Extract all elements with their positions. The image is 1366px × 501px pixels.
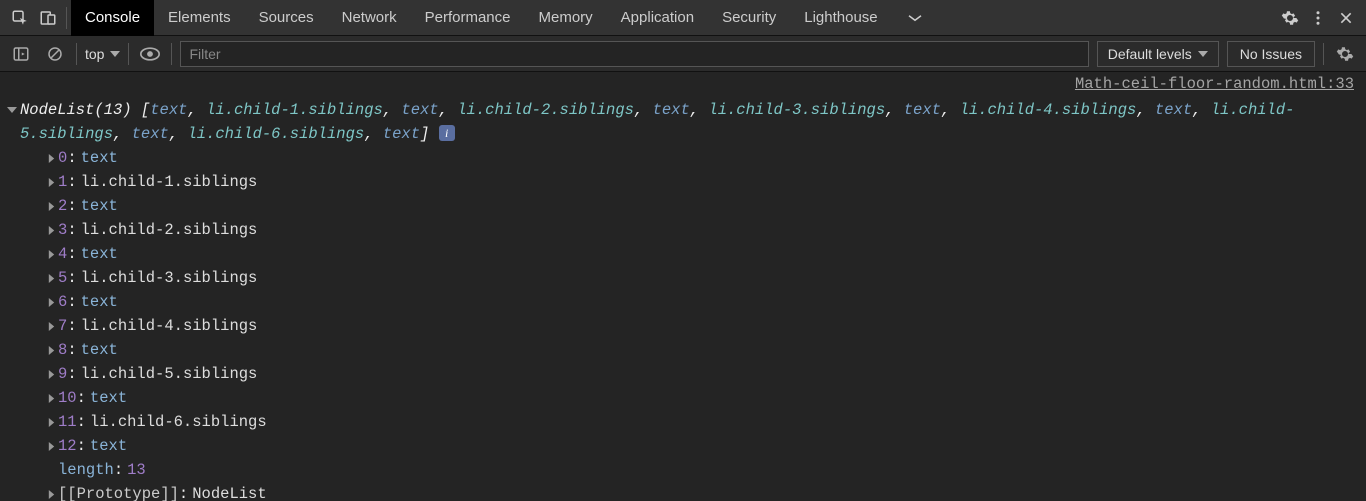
tab-performance[interactable]: Performance (411, 0, 525, 36)
nodelist-item[interactable]: 9: li.child-5.siblings (44, 362, 1366, 386)
chevron-down-icon (110, 49, 120, 59)
context-label: top (85, 46, 104, 62)
disclosure-triangle-icon[interactable] (44, 170, 58, 194)
disclosure-triangle-icon[interactable] (44, 146, 58, 170)
nodelist-item[interactable]: 2: text (44, 194, 1366, 218)
console-toolbar: top Default levels No Issues (0, 36, 1366, 72)
disclosure-triangle-icon[interactable] (4, 98, 20, 122)
issues-button[interactable]: No Issues (1227, 41, 1315, 67)
sidebar-toggle-icon[interactable] (8, 41, 34, 67)
disclosure-triangle-icon[interactable] (44, 434, 58, 458)
chevron-down-icon (1198, 49, 1208, 59)
issues-label: No Issues (1240, 46, 1302, 62)
console-output: Math-ceil-floor-random.html:33 NodeList(… (0, 72, 1366, 501)
nodelist-item[interactable]: 5: li.child-3.siblings (44, 266, 1366, 290)
separator (171, 43, 172, 65)
disclosure-triangle-icon[interactable] (44, 362, 58, 386)
nodelist-item[interactable]: 0: text (44, 146, 1366, 170)
tab-memory[interactable]: Memory (525, 0, 607, 36)
separator (76, 43, 77, 65)
nodelist-item[interactable]: 12: text (44, 434, 1366, 458)
tab-lighthouse[interactable]: Lighthouse (790, 0, 891, 36)
disclosure-triangle-icon[interactable] (44, 290, 58, 314)
close-devtools-icon[interactable] (1332, 4, 1360, 32)
live-expression-icon[interactable] (137, 41, 163, 67)
nodelist-item[interactable]: 1: li.child-1.siblings (44, 170, 1366, 194)
nodelist-items: 0: text1: li.child-1.siblings2: text3: l… (0, 146, 1366, 501)
nodelist-item[interactable]: 7: li.child-4.siblings (44, 314, 1366, 338)
tab-network[interactable]: Network (328, 0, 411, 36)
nodelist-prototype[interactable]: [[Prototype]]: NodeList (44, 482, 1366, 501)
nodelist-item[interactable]: 4: text (44, 242, 1366, 266)
disclosure-triangle-icon[interactable] (44, 266, 58, 290)
disclosure-triangle-icon[interactable] (44, 218, 58, 242)
device-toggle-icon[interactable] (34, 4, 62, 32)
disclosure-triangle-icon[interactable] (44, 338, 58, 362)
disclosure-triangle-icon[interactable] (44, 314, 58, 338)
info-icon[interactable]: i (439, 125, 455, 141)
disclosure-triangle-icon[interactable] (44, 194, 58, 218)
tab-strip: ConsoleElementsSourcesNetworkPerformance… (71, 0, 892, 36)
tab-application[interactable]: Application (607, 0, 708, 36)
console-settings-icon[interactable] (1332, 41, 1358, 67)
log-levels-selector[interactable]: Default levels (1097, 41, 1219, 67)
filter-input[interactable] (180, 41, 1088, 67)
nodelist-item[interactable]: 3: li.child-2.siblings (44, 218, 1366, 242)
source-link[interactable]: Math-ceil-floor-random.html:33 (0, 72, 1366, 96)
settings-icon[interactable] (1276, 4, 1304, 32)
tab-console[interactable]: Console (71, 0, 154, 36)
separator (128, 43, 129, 65)
inspect-icon[interactable] (6, 4, 34, 32)
devtools-tabbar: ConsoleElementsSourcesNetworkPerformance… (0, 0, 1366, 36)
nodelist-summary-row[interactable]: NodeList(13) [text, li.child-1.siblings,… (0, 98, 1366, 146)
disclosure-triangle-icon[interactable] (44, 482, 58, 501)
context-selector[interactable]: top (85, 46, 120, 62)
separator (1323, 43, 1324, 65)
nodelist-summary-text: NodeList(13) [text, li.child-1.siblings,… (20, 98, 1362, 146)
tab-elements[interactable]: Elements (154, 0, 245, 36)
nodelist-item[interactable]: 8: text (44, 338, 1366, 362)
nodelist-item[interactable]: 10: text (44, 386, 1366, 410)
disclosure-triangle-icon[interactable] (44, 386, 58, 410)
clear-console-icon[interactable] (42, 41, 68, 67)
nodelist-length: .length: 13 (44, 458, 1366, 482)
disclosure-triangle-icon[interactable] (44, 242, 58, 266)
nodelist-item[interactable]: 11: li.child-6.siblings (44, 410, 1366, 434)
tab-sources[interactable]: Sources (245, 0, 328, 36)
separator (66, 7, 67, 29)
disclosure-triangle-icon[interactable] (44, 410, 58, 434)
log-levels-label: Default levels (1108, 46, 1192, 62)
tab-security[interactable]: Security (708, 0, 790, 36)
kebab-menu-icon[interactable] (1304, 4, 1332, 32)
nodelist-item[interactable]: 6: text (44, 290, 1366, 314)
more-tabs-button[interactable] (892, 0, 938, 36)
